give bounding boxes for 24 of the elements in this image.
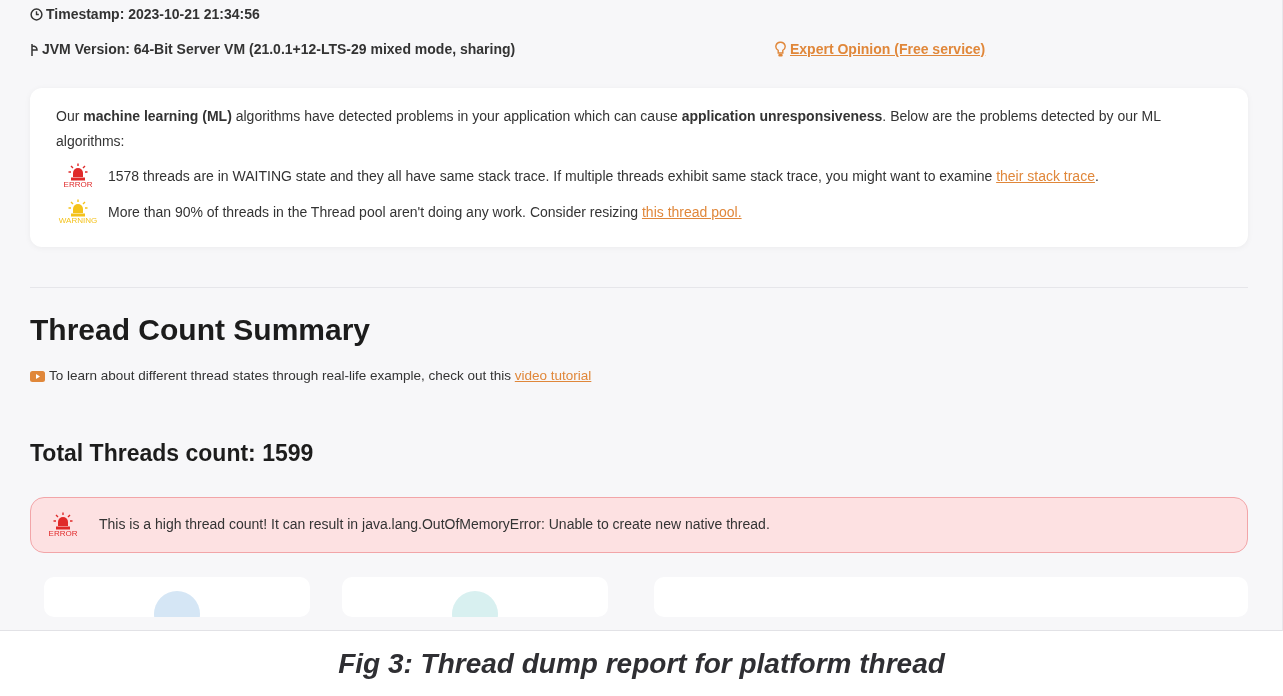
figure-caption: Fig 3: Thread dump report for platform thread [337, 647, 947, 681]
tip-text: To learn about different thread states through real-life example, check out this video tutorial [49, 367, 592, 385]
jvm-version-text: JVM Version: 64-Bit Server VM (21.0.1+12-LTS-29 mixed mode, sharing) [42, 40, 516, 59]
alert-text: This is a high thread count! It can result in java.lang.OutOfMemoryError: Unable to create new native thread. [99, 515, 770, 535]
lightbulb-icon [775, 41, 786, 58]
error-label: ERROR [48, 529, 78, 538]
clock-icon [30, 8, 43, 21]
video-icon [30, 370, 45, 382]
error-label: ERROR [63, 181, 93, 189]
alarm-icon [52, 511, 74, 530]
branch-icon [30, 42, 39, 57]
intro-text: Our machine learning (ML) algorithms have detected problems in your application which can cause application unresponsiveness. Below are the problems detected by our ML algorithms: [56, 107, 1162, 151]
problem-text: More than 90% of threads in the Thread pool aren't doing any work. Consider resizing this thread pool. [108, 202, 742, 222]
alarm-icon [67, 199, 89, 217]
video-tutorial-link[interactable]: video tutorial [514, 368, 592, 383]
problem-link[interactable]: this thread pool. [641, 203, 742, 220]
section-title: Thread Count Summary [30, 312, 372, 348]
warning-label: WARNING [58, 217, 98, 225]
total-threads-heading: Total Threads count: 1599 [30, 439, 315, 469]
timestamp-text: Timestamp: 2023-10-21 21:34:56 [46, 5, 260, 24]
problem-text: 1578 threads are in WAITING state and they all have same stack trace. If multiple threads exhibit same stack trace, you might want to examine their stack trace. [108, 166, 1099, 186]
alarm-icon [67, 163, 89, 181]
problem-link[interactable]: their stack trace [996, 167, 1095, 184]
expert-opinion-link[interactable]: Expert Opinion (Free service) [790, 39, 986, 60]
